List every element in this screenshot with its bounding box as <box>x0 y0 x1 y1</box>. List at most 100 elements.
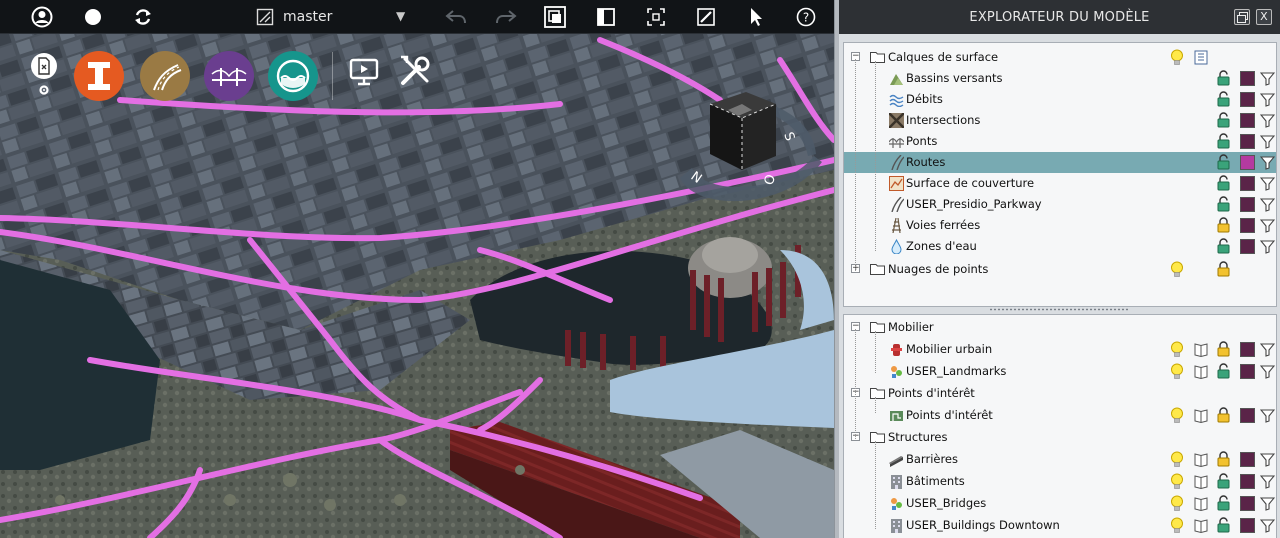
fit-extent-icon[interactable] <box>644 5 668 29</box>
chevron-down-icon[interactable]: ▼ <box>396 9 405 23</box>
layer-bassins-versants[interactable]: Bassins versants <box>844 68 1276 89</box>
lock-open-icon[interactable] <box>1217 363 1230 379</box>
layer-color-swatch[interactable] <box>1240 134 1255 149</box>
document-settings-icon[interactable] <box>30 53 58 99</box>
lock-closed-icon[interactable] <box>1217 341 1230 357</box>
i-beam-icon[interactable] <box>74 51 124 101</box>
visibility-bulb-icon[interactable] <box>1170 261 1184 278</box>
group-calques-de-surface[interactable]: − Calques de surface <box>844 47 1276 68</box>
undo-icon[interactable] <box>444 5 468 29</box>
lock-closed-icon[interactable] <box>1217 407 1230 423</box>
attribute-table-icon[interactable] <box>1194 408 1208 424</box>
layer-color-swatch[interactable] <box>1240 474 1255 489</box>
layer-color-swatch[interactable] <box>1240 155 1255 170</box>
layer-points-d-interet[interactable]: Points d'intérêt <box>844 405 1276 426</box>
group-nuages-de-points[interactable]: + Nuages de points <box>844 259 1276 280</box>
draw-icon[interactable] <box>694 5 718 29</box>
filter-icon[interactable] <box>1259 408 1276 423</box>
3d-viewport[interactable]: master ▼ ? N S O <box>0 0 834 538</box>
group-points-d-interet[interactable]: − Points d'intérêt <box>844 383 1276 404</box>
section-resize-grip[interactable] <box>989 308 1129 311</box>
filter-icon[interactable] <box>1259 342 1276 357</box>
layer-debits[interactable]: Débits <box>844 89 1276 110</box>
navigation-cube[interactable]: N S O <box>676 82 826 212</box>
visibility-bulb-icon[interactable] <box>1170 363 1184 380</box>
lock-closed-icon[interactable] <box>1217 261 1230 277</box>
attribute-table-icon[interactable] <box>1194 342 1208 358</box>
group-mobilier[interactable]: − Mobilier <box>844 317 1276 338</box>
lock-open-icon[interactable] <box>1217 133 1230 149</box>
attribute-table-icon[interactable] <box>1194 364 1208 380</box>
layer-color-swatch[interactable] <box>1240 408 1255 423</box>
split-view-icon[interactable] <box>594 5 618 29</box>
attribute-table-icon[interactable] <box>1194 496 1208 512</box>
lock-open-icon[interactable] <box>1217 473 1230 489</box>
visibility-bulb-icon[interactable] <box>1170 49 1184 66</box>
filter-icon[interactable] <box>1259 71 1276 86</box>
float-window-icon[interactable] <box>1234 9 1250 25</box>
visibility-bulb-icon[interactable] <box>1170 495 1184 512</box>
layers-overlay-icon[interactable] <box>543 5 567 29</box>
lock-open-icon[interactable] <box>1217 495 1230 511</box>
filter-icon[interactable] <box>1259 496 1276 511</box>
attribute-table-icon[interactable] <box>1194 474 1208 490</box>
filter-icon[interactable] <box>1259 239 1276 254</box>
layer-voies-ferrees[interactable]: Voies ferrées <box>844 215 1276 236</box>
lock-open-icon[interactable] <box>1217 70 1230 86</box>
filter-icon[interactable] <box>1259 155 1276 170</box>
redo-icon[interactable] <box>494 5 518 29</box>
layer-color-swatch[interactable] <box>1240 364 1255 379</box>
filter-icon[interactable] <box>1259 218 1276 233</box>
filter-icon[interactable] <box>1259 176 1276 191</box>
layer-color-swatch[interactable] <box>1240 218 1255 233</box>
layer-color-swatch[interactable] <box>1240 176 1255 191</box>
layer-color-swatch[interactable] <box>1240 71 1255 86</box>
layer-user-presidio-parkway[interactable]: USER_Presidio_Parkway <box>844 194 1276 215</box>
layer-routes[interactable]: Routes <box>844 152 1276 173</box>
filter-icon[interactable] <box>1259 452 1276 467</box>
filter-icon[interactable] <box>1259 518 1276 533</box>
sync-icon[interactable] <box>131 5 155 29</box>
filter-icon[interactable] <box>1259 92 1276 107</box>
layer-color-swatch[interactable] <box>1240 92 1255 107</box>
filter-icon[interactable] <box>1259 113 1276 128</box>
layer-color-swatch[interactable] <box>1240 496 1255 511</box>
layer-batiments[interactable]: Bâtiments <box>844 471 1276 492</box>
visibility-bulb-icon[interactable] <box>1170 341 1184 358</box>
lock-open-icon[interactable] <box>1217 154 1230 170</box>
layer-user-landmarks[interactable]: USER_Landmarks <box>844 361 1276 382</box>
visibility-bulb-icon[interactable] <box>1170 473 1184 490</box>
layer-color-swatch[interactable] <box>1240 452 1255 467</box>
layer-user-bridges[interactable]: USER_Bridges <box>844 493 1276 514</box>
lock-open-icon[interactable] <box>1217 517 1230 533</box>
road-icon[interactable] <box>140 51 190 101</box>
lock-open-icon[interactable] <box>1217 238 1230 254</box>
layer-color-swatch[interactable] <box>1240 113 1255 128</box>
visibility-bulb-icon[interactable] <box>1170 517 1184 534</box>
layer-mobilier-urbain[interactable]: Mobilier urbain <box>844 339 1276 360</box>
lock-open-icon[interactable] <box>1217 196 1230 212</box>
layer-color-swatch[interactable] <box>1240 342 1255 357</box>
layer-zones-d-eau[interactable]: Zones d'eau <box>844 236 1276 257</box>
lock-closed-icon[interactable] <box>1217 217 1230 233</box>
group-structures[interactable]: − Structures <box>844 427 1276 448</box>
filter-icon[interactable] <box>1259 474 1276 489</box>
pointer-icon[interactable] <box>744 5 768 29</box>
layer-color-swatch[interactable] <box>1240 239 1255 254</box>
layer-ponts[interactable]: Ponts <box>844 131 1276 152</box>
water-icon[interactable] <box>268 51 318 101</box>
attribute-table-icon[interactable] <box>1194 452 1208 468</box>
wrench-screwdriver-icon[interactable] <box>398 54 432 88</box>
filter-icon[interactable] <box>1259 134 1276 149</box>
visibility-bulb-icon[interactable] <box>1170 451 1184 468</box>
filter-icon[interactable] <box>1259 364 1276 379</box>
lock-open-icon[interactable] <box>1217 91 1230 107</box>
lock-open-icon[interactable] <box>1217 175 1230 191</box>
layer-intersections[interactable]: Intersections <box>844 110 1276 131</box>
visibility-bulb-icon[interactable] <box>1170 407 1184 424</box>
layer-color-swatch[interactable] <box>1240 197 1255 212</box>
lock-open-icon[interactable] <box>1217 112 1230 128</box>
presentation-icon[interactable] <box>348 56 380 88</box>
lock-closed-icon[interactable] <box>1217 451 1230 467</box>
bridge-icon[interactable] <box>204 51 254 101</box>
